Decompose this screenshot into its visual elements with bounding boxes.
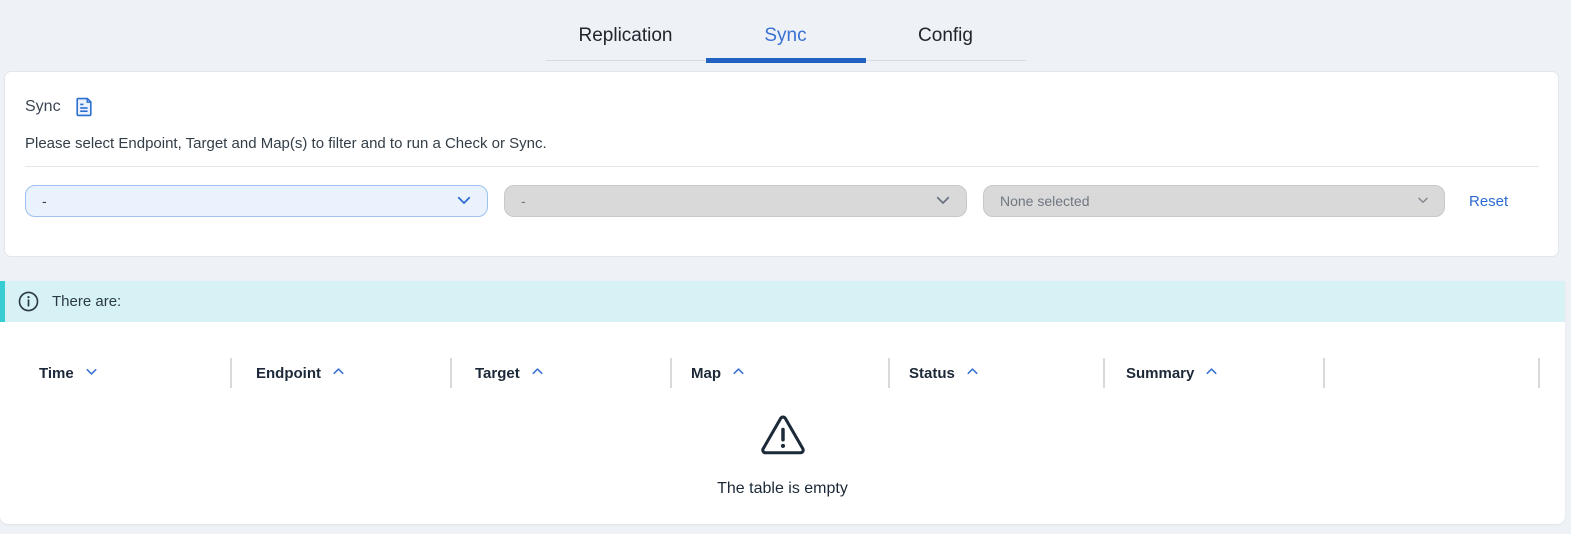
table-empty-state: The table is empty xyxy=(0,414,1565,498)
banner-text: There are: xyxy=(52,293,121,310)
sync-page: Replication Sync Config Sync Please sele… xyxy=(0,0,1571,534)
column-header-map[interactable]: Map xyxy=(672,358,890,388)
column-header-time[interactable]: Time xyxy=(20,358,232,388)
panel-title: Sync xyxy=(25,98,61,116)
empty-table-message: The table is empty xyxy=(717,480,848,498)
info-icon xyxy=(17,290,40,313)
sort-asc-icon xyxy=(1203,363,1220,384)
filter-divider xyxy=(25,166,1539,167)
column-header-status[interactable]: Status xyxy=(890,358,1105,388)
sort-asc-icon xyxy=(330,363,347,384)
sort-asc-icon xyxy=(964,363,981,384)
document-icon[interactable] xyxy=(74,96,94,117)
endpoint-select-value: - xyxy=(42,193,47,209)
tab-config[interactable]: Config xyxy=(866,25,1026,60)
endpoint-select[interactable]: - xyxy=(25,185,488,217)
filter-instructions: Please select Endpoint, Target and Map(s… xyxy=(25,135,547,152)
column-header-summary[interactable]: Summary xyxy=(1105,358,1325,388)
table-header-row: Time Endpoint Target xyxy=(20,358,1565,388)
tab-bar: Replication Sync Config xyxy=(0,0,1571,71)
column-header-actions xyxy=(1325,358,1540,388)
tab-sync[interactable]: Sync xyxy=(706,25,866,60)
target-select[interactable]: - xyxy=(504,185,967,217)
sync-filter-card: Sync Please select Endpoint, Target and … xyxy=(4,71,1559,257)
sort-asc-icon xyxy=(529,363,546,384)
results-section: There are: Time Endpoint xyxy=(0,281,1565,524)
tab-replication[interactable]: Replication xyxy=(546,25,706,60)
chevron-down-icon xyxy=(455,191,473,212)
target-select-value: - xyxy=(521,193,526,209)
filter-controls: - - None selected xyxy=(25,185,1539,217)
map-select-value: None selected xyxy=(1000,193,1090,209)
chevron-down-icon xyxy=(934,191,952,212)
chevron-down-icon xyxy=(1416,193,1430,210)
column-header-endpoint[interactable]: Endpoint xyxy=(232,358,452,388)
info-banner: There are: xyxy=(0,281,1565,322)
sort-desc-icon xyxy=(83,363,100,384)
map-select[interactable]: None selected xyxy=(983,185,1445,217)
warning-triangle-icon xyxy=(758,414,808,464)
reset-button[interactable]: Reset xyxy=(1469,193,1508,210)
sort-asc-icon xyxy=(730,363,747,384)
column-header-target[interactable]: Target xyxy=(452,358,672,388)
